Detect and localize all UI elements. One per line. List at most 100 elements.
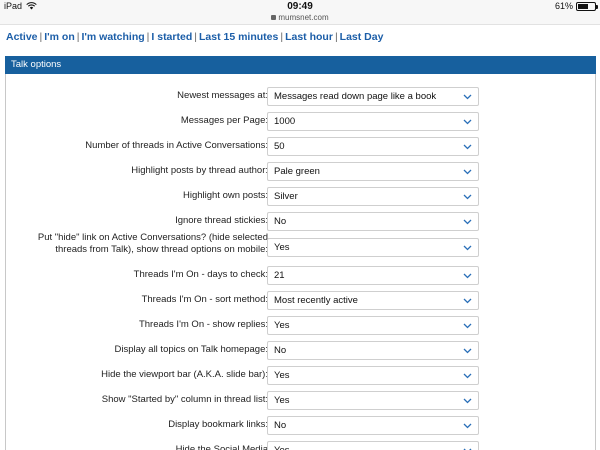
- option-select[interactable]: 1000: [267, 112, 479, 131]
- option-row: Ignore thread stickies: No: [6, 212, 595, 231]
- option-label: Display bookmark links:: [168, 419, 268, 430]
- chevron-down-icon: [463, 348, 472, 353]
- nav-separator: |: [194, 31, 197, 43]
- option-value: No: [274, 216, 287, 227]
- nav-separator: |: [280, 31, 284, 43]
- option-row: Messages per Page: 1000: [6, 112, 595, 131]
- option-label: Newest messages at:: [177, 90, 268, 101]
- option-label: Ignore thread stickies:: [175, 215, 268, 226]
- option-label: Number of threads in Active Conversation…: [85, 140, 268, 151]
- battery-fill: [578, 3, 588, 9]
- option-label: Hide the Social Media: [175, 444, 268, 450]
- option-value: Yes: [274, 320, 290, 331]
- option-row: Highlight posts by thread author: Pale gr…: [6, 162, 595, 181]
- nav-link-last-day[interactable]: Last Day: [340, 31, 384, 43]
- option-row: Highlight own posts: Silver: [6, 187, 595, 206]
- option-value: Messages read down page like a book: [274, 91, 437, 102]
- lock-icon: [271, 15, 277, 20]
- nav-separator: |: [39, 31, 43, 43]
- status-bar: iPad 09:49 mumsnet.com 61%: [0, 0, 600, 25]
- option-value: 21: [274, 270, 285, 281]
- clock: 09:49: [287, 1, 313, 12]
- nav-separator: |: [334, 31, 338, 43]
- chevron-down-icon: [463, 423, 472, 428]
- option-label: Messages per Page:: [180, 115, 268, 126]
- option-select[interactable]: Silver: [267, 187, 479, 206]
- option-select[interactable]: No: [267, 341, 479, 360]
- option-value: Yes: [274, 395, 290, 406]
- nav-link-i-m-watching[interactable]: I'm watching: [81, 31, 144, 43]
- option-select[interactable]: 21: [267, 266, 479, 285]
- option-row: Threads I'm On - show replies: Yes: [6, 316, 595, 335]
- panel-title: Talk options: [11, 59, 62, 70]
- panel-header: Talk options: [5, 56, 596, 74]
- chevron-down-icon: [463, 94, 472, 99]
- option-value: Most recently active: [274, 295, 358, 306]
- option-row: Display all topics on Talk homepage: No: [6, 341, 595, 360]
- option-row: Number of threads in Active Conversation…: [6, 137, 595, 156]
- option-select[interactable]: Yes: [267, 366, 479, 385]
- nav-link-last-hour[interactable]: Last hour: [285, 31, 333, 43]
- option-row: Hide the Social Media Yes: [6, 441, 595, 450]
- chevron-down-icon: [463, 398, 472, 403]
- option-row: Hide the viewport bar (A.K.A. slide bar)…: [6, 366, 595, 385]
- option-label: Show "Started by" column in thread list:: [101, 394, 268, 405]
- battery-percent: 61%: [554, 1, 573, 11]
- option-label: Threads I'm On - show replies:: [138, 319, 268, 330]
- option-select[interactable]: Yes: [267, 316, 479, 335]
- option-row: Show "Started by" column in thread list:…: [6, 391, 595, 410]
- option-label: Hide the viewport bar (A.K.A. slide bar)…: [101, 369, 268, 380]
- chevron-down-icon: [463, 194, 472, 199]
- option-value: No: [274, 345, 287, 356]
- option-value: Yes: [274, 242, 290, 253]
- option-label: Highlight posts by thread author:: [131, 165, 268, 176]
- option-value: Silver: [274, 191, 298, 202]
- option-row: Threads I'm On - sort method: Most recent…: [6, 291, 595, 310]
- url-text: mumsnet.com: [278, 13, 329, 22]
- chevron-down-icon: [463, 219, 472, 224]
- chevron-down-icon: [463, 373, 472, 378]
- option-row: Threads I'm On - days to check: 21: [6, 266, 595, 285]
- option-select[interactable]: No: [267, 212, 479, 231]
- option-value: 1000: [274, 116, 296, 127]
- thread-filter-nav: Active | I'm on | I'm watching | I started | Las…: [6, 31, 383, 43]
- option-value: No: [274, 420, 287, 431]
- option-select[interactable]: Yes: [267, 238, 479, 257]
- option-select[interactable]: Most recently active: [267, 291, 479, 310]
- status-right: 61%: [554, 1, 598, 11]
- option-row: Newest messages at: Messages read down pa…: [6, 87, 595, 106]
- option-row: Put "hide" link on Active Conversations?…: [6, 232, 595, 257]
- option-select[interactable]: Yes: [267, 391, 479, 410]
- chevron-down-icon: [463, 298, 472, 303]
- option-label: Display all topics on Talk homepage:: [114, 344, 269, 355]
- nav-separator: |: [146, 31, 150, 43]
- address-bar[interactable]: mumsnet.com: [0, 13, 600, 22]
- talk-options-panel: Newest messages at: Messages read down pa…: [5, 74, 596, 450]
- option-select[interactable]: 50: [267, 137, 479, 156]
- nav-link-active[interactable]: Active: [6, 31, 38, 43]
- option-value: Pale green: [274, 166, 320, 177]
- option-value: 50: [274, 141, 285, 152]
- option-label: Put "hide" link on Active Conversations?…: [37, 232, 268, 255]
- option-select[interactable]: Yes: [267, 441, 479, 450]
- chevron-down-icon: [463, 245, 472, 250]
- option-value: Yes: [274, 370, 290, 381]
- battery-icon: [576, 1, 598, 11]
- chevron-down-icon: [463, 323, 472, 328]
- option-row: Display bookmark links: No: [6, 416, 595, 435]
- chevron-down-icon: [463, 119, 472, 124]
- nav-link-i-started[interactable]: I started: [151, 31, 192, 43]
- nav-separator: |: [76, 31, 80, 43]
- chevron-down-icon: [463, 273, 472, 278]
- chevron-down-icon: [463, 169, 472, 174]
- option-label: Highlight own posts:: [182, 190, 268, 201]
- option-select[interactable]: No: [267, 416, 479, 435]
- chevron-down-icon: [463, 144, 472, 149]
- option-select[interactable]: Messages read down page like a book: [267, 87, 479, 106]
- option-label: Threads I'm On - days to check:: [133, 269, 268, 280]
- nav-link-last-15-minutes[interactable]: Last 15 minutes: [199, 31, 278, 43]
- option-select[interactable]: Pale green: [267, 162, 479, 181]
- option-value: Yes: [274, 445, 290, 450]
- option-label: Threads I'm On - sort method:: [141, 294, 268, 305]
- nav-link-i-m-on[interactable]: I'm on: [44, 31, 75, 43]
